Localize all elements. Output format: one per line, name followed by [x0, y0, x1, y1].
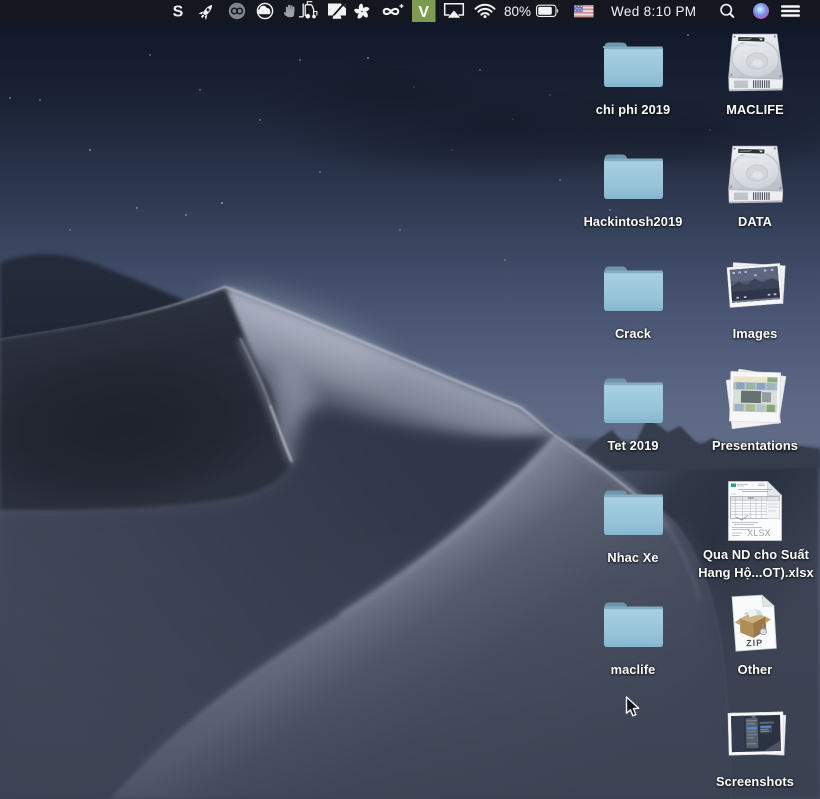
svg-text:Wed 8:10 PM: Wed 8:10 PM	[611, 4, 696, 19]
svg-text:XLSX: XLSX	[747, 528, 771, 538]
svg-text:S: S	[173, 4, 184, 21]
svg-text:80%: 80%	[504, 4, 531, 19]
svg-text:V: V	[418, 4, 429, 21]
svg-text:ZIP: ZIP	[746, 638, 763, 649]
